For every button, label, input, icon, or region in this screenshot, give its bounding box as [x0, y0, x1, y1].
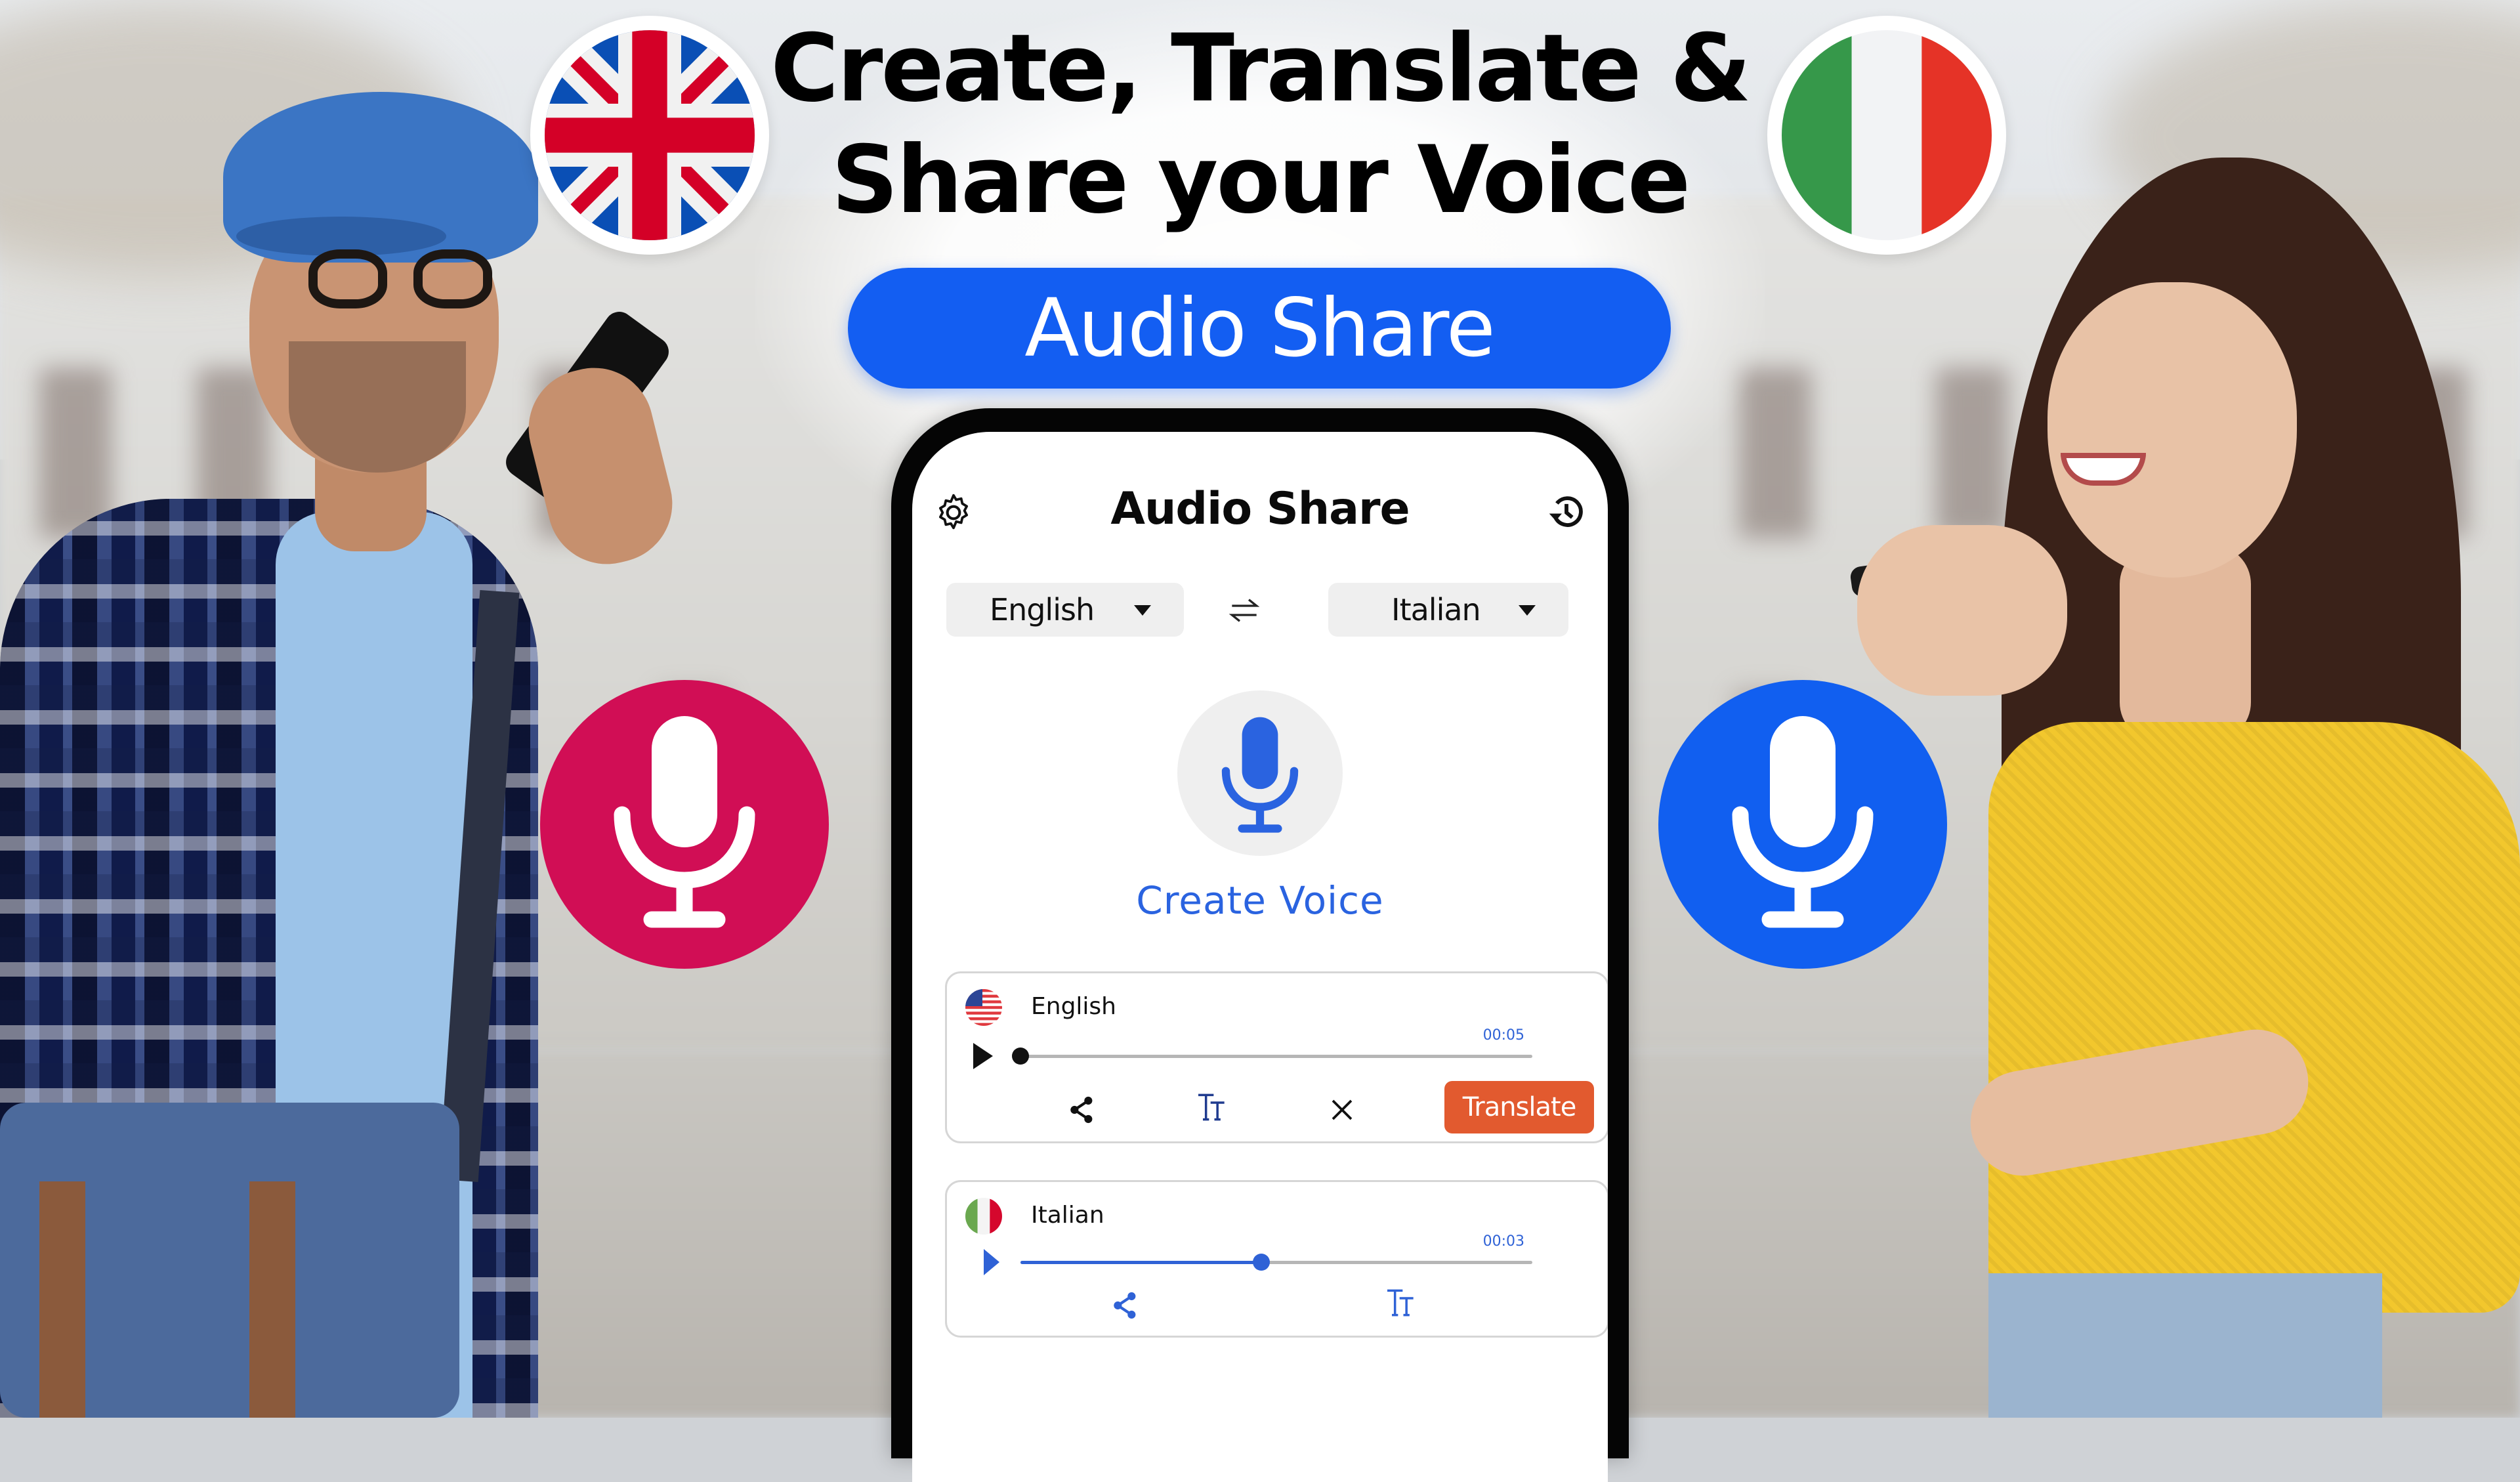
- app-screen: Audio Share English Italian Create Voice…: [912, 432, 1608, 1482]
- recording-language: Italian: [1031, 1202, 1104, 1229]
- source-language-dropdown[interactable]: English: [946, 583, 1184, 637]
- text-size-button[interactable]: [1194, 1089, 1230, 1126]
- chevron-down-icon: [1519, 605, 1536, 616]
- recording-duration: 00:05: [1482, 1027, 1524, 1044]
- play-button[interactable]: [984, 1249, 999, 1275]
- recording-duration: 00:03: [1482, 1233, 1524, 1250]
- headline-line-2: Share your Voice: [831, 126, 1690, 234]
- microphone-badge-right: [1658, 680, 1947, 969]
- history-icon: [1549, 496, 1583, 527]
- us-flag-icon: [965, 989, 1002, 1026]
- text-size-icon: [1198, 1093, 1225, 1121]
- microphone-icon: [614, 716, 755, 928]
- swap-languages-button[interactable]: [1226, 592, 1263, 629]
- slider-thumb[interactable]: [1012, 1048, 1029, 1065]
- recording-language: English: [1031, 993, 1116, 1020]
- uk-flag-icon: [530, 16, 769, 255]
- chevron-down-icon: [1134, 605, 1151, 616]
- slider-thumb[interactable]: [1252, 1254, 1270, 1271]
- microphone-badge-left: [540, 680, 829, 969]
- recording-card-english: English 00:05 Translate: [945, 971, 1608, 1143]
- close-icon: [1332, 1099, 1353, 1120]
- language-selector-row: English Italian: [912, 583, 1608, 642]
- text-size-icon: [1387, 1289, 1414, 1317]
- target-language-value: Italian: [1391, 592, 1481, 627]
- translate-button[interactable]: Translate: [1444, 1081, 1594, 1133]
- headline-line-1: Create, Translate &: [770, 14, 1752, 123]
- microphone-icon: [1221, 717, 1299, 833]
- brand-banner: Audio Share: [848, 268, 1671, 389]
- history-button[interactable]: [1544, 490, 1589, 536]
- play-button[interactable]: [973, 1043, 993, 1069]
- headline: Create, Translate & Share your Voice: [755, 13, 1765, 236]
- playback-slider[interactable]: [1020, 1254, 1532, 1271]
- source-language-value: English: [990, 592, 1095, 627]
- phone-frame: Audio Share English Italian Create Voice…: [891, 408, 1629, 1482]
- create-voice-label[interactable]: Create Voice: [912, 878, 1608, 923]
- share-icon: [1114, 1292, 1136, 1319]
- target-language-dropdown[interactable]: Italian: [1328, 583, 1568, 637]
- share-icon: [1070, 1096, 1093, 1124]
- italy-flag-icon: [1767, 16, 2006, 255]
- record-voice-button[interactable]: [1177, 690, 1343, 856]
- app-title: Audio Share: [1110, 483, 1410, 535]
- share-button[interactable]: [1064, 1091, 1101, 1128]
- swap-icon: [1228, 599, 1260, 622]
- recording-card-italian: Italian 00:03: [945, 1180, 1608, 1338]
- delete-button[interactable]: [1324, 1091, 1360, 1128]
- share-button[interactable]: [1107, 1287, 1144, 1324]
- microphone-icon: [1732, 716, 1874, 928]
- text-size-button[interactable]: [1383, 1284, 1419, 1321]
- italy-flag-icon: [965, 1198, 1002, 1235]
- app-bar: Audio Share: [912, 471, 1608, 550]
- playback-slider[interactable]: [1012, 1048, 1532, 1065]
